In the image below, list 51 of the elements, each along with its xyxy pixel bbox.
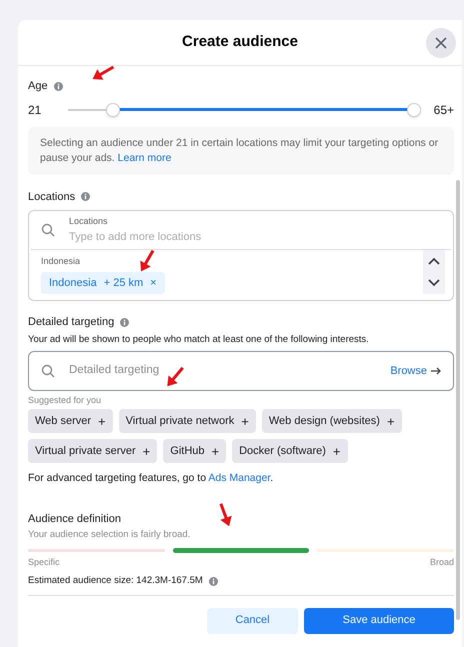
cancel-button[interactable]: Cancel bbox=[207, 608, 298, 634]
detailed-targeting-field[interactable]: Detailed targeting Browse bbox=[28, 350, 454, 391]
suggestion-chip[interactable]: Web design (websites) + bbox=[262, 409, 402, 434]
audience-description: Your audience selection is fairly broad. bbox=[28, 528, 192, 542]
location-radius[interactable]: + 25 km bbox=[104, 274, 144, 291]
locations-input[interactable]: Type to add more locations bbox=[69, 228, 369, 245]
list-scroller[interactable] bbox=[423, 250, 445, 294]
remove-tag-button[interactable]: × bbox=[150, 274, 157, 291]
specific-label: Specific bbox=[28, 556, 60, 569]
suggestion-chip[interactable]: Docker (software) + bbox=[232, 439, 348, 464]
advanced-targeting-text: For advanced targeting features, go to Ads Manager. bbox=[28, 471, 274, 486]
info-icon[interactable] bbox=[54, 82, 63, 91]
learn-more-link[interactable]: Learn more bbox=[118, 152, 172, 164]
slider-thumb[interactable] bbox=[106, 102, 120, 116]
dialog-title: Create audience bbox=[182, 32, 298, 52]
location-name: Indonesia bbox=[49, 276, 97, 290]
search-icon bbox=[41, 364, 55, 378]
info-icon[interactable] bbox=[208, 576, 218, 586]
suggestion-chip[interactable]: Virtual private network + bbox=[118, 409, 256, 434]
close-icon bbox=[435, 37, 447, 49]
age-min-value: 21 bbox=[28, 102, 42, 118]
locations-label: Locations bbox=[28, 190, 76, 204]
detailed-targeting-label: Detailed targeting bbox=[28, 315, 114, 330]
suggestion-chip[interactable]: Web server + bbox=[28, 409, 113, 434]
suggestion-chip[interactable]: Virtual private server + bbox=[28, 439, 158, 464]
suggestion-chip[interactable]: GitHub + bbox=[163, 439, 226, 464]
info-icon[interactable] bbox=[120, 318, 130, 327]
save-audience-button[interactable]: Save audience bbox=[304, 608, 454, 634]
age-label: Age bbox=[28, 79, 48, 94]
location-tag[interactable]: Indonesia + 25 km × bbox=[41, 272, 165, 294]
chevron-down-icon[interactable] bbox=[428, 279, 440, 287]
arrow-right-icon bbox=[431, 366, 441, 375]
audience-definition-label: Audience definition bbox=[28, 512, 121, 527]
search-icon bbox=[41, 223, 55, 237]
slider-thumb[interactable] bbox=[406, 102, 421, 116]
locations-field[interactable]: Locations Type to add more locations bbox=[31, 211, 451, 250]
ads-manager-link[interactable]: Ads Manager bbox=[208, 472, 270, 484]
field-label: Locations bbox=[69, 215, 109, 228]
suggested-label: Suggested for you bbox=[28, 394, 102, 407]
close-button[interactable] bbox=[426, 28, 456, 58]
browse-button[interactable]: Browse bbox=[390, 362, 441, 379]
chevron-up-icon[interactable] bbox=[428, 257, 440, 265]
notice-text: Selecting an audience under 21 in certain locations may limit your targeting options or pause your ads. Learn more bbox=[40, 136, 438, 164]
detailed-targeting-input[interactable]: Detailed targeting bbox=[69, 362, 376, 380]
broad-label: Broad bbox=[430, 556, 454, 569]
scrollbar[interactable] bbox=[456, 180, 460, 620]
info-icon[interactable] bbox=[81, 192, 90, 202]
audience-size-text: Estimated audience size: 142.3M-167.5M bbox=[28, 574, 203, 588]
location-group-label: Indonesia bbox=[41, 255, 82, 268]
targeting-description: Your ad will be shown to people who match at least one of the following interests. bbox=[28, 332, 370, 346]
age-max-value: 65+ bbox=[434, 102, 454, 118]
